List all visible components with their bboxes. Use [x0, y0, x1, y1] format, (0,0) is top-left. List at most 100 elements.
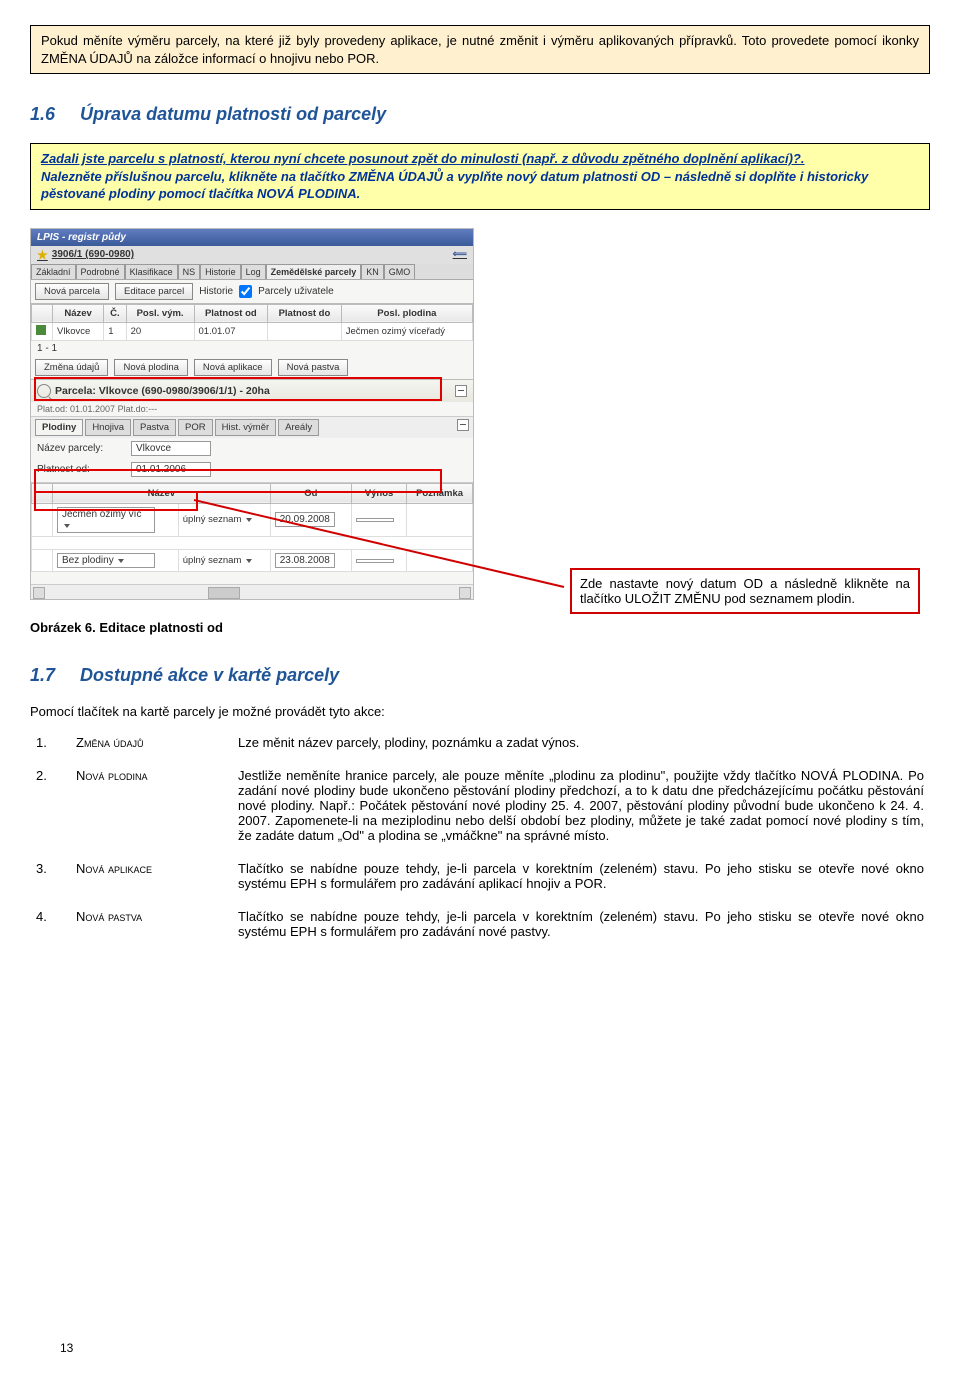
- callout-box: Zde nastavte nový datum OD a následně kl…: [570, 568, 920, 614]
- crop-vynos-input[interactable]: [356, 559, 394, 563]
- action-label: Nová pastva: [70, 903, 232, 951]
- crop-seznam-dropdown[interactable]: úplný seznam: [183, 514, 252, 525]
- tab-klasifikace[interactable]: Klasifikace: [125, 264, 178, 279]
- lpis-window: LPIS - registr půdy ★ 3906/1 (690-0980) …: [30, 228, 474, 600]
- instruction-line-1: Zadali jste parcelu s platností, kterou …: [41, 150, 919, 168]
- scroll-right-icon[interactable]: [459, 587, 471, 599]
- crop-col-od: Od: [270, 483, 351, 503]
- chevron-down-icon: [118, 559, 124, 563]
- zmena-udaju-button[interactable]: Změna údajů: [35, 359, 108, 376]
- tab-zakladni[interactable]: Základní: [31, 264, 76, 279]
- crop-vynos-input[interactable]: [356, 518, 394, 522]
- tab-zem-parcely[interactable]: Zemědělské parcely: [266, 264, 362, 279]
- button-row-1: Nová parcela Editace parcel Historie Par…: [31, 280, 473, 304]
- app-title-bar: LPIS - registr půdy: [31, 229, 473, 246]
- editace-parcel-button[interactable]: Editace parcel: [115, 283, 193, 300]
- action-label: Změna údajů: [70, 729, 232, 762]
- parcel-table: Název Č. Posl. vým. Platnost od Platnost…: [31, 304, 473, 341]
- tab-historie[interactable]: Historie: [200, 264, 241, 279]
- action-num: 2.: [30, 762, 70, 855]
- crop-name-dropdown[interactable]: Bez plodiny: [57, 553, 155, 568]
- cell-c: 1: [104, 322, 126, 340]
- tab-gmo[interactable]: GMO: [384, 264, 416, 279]
- button-row-2: Změna údajů Nová plodina Nová aplikace N…: [31, 356, 473, 380]
- app-screenshot-container: LPIS - registr půdy ★ 3906/1 (690-0980) …: [30, 228, 930, 600]
- nova-plodina-button[interactable]: Nová plodina: [114, 359, 187, 376]
- action-desc: Tlačítko se nabídne pouze tehdy, je-li p…: [232, 903, 930, 951]
- status-square-icon: [36, 325, 46, 335]
- nova-parcela-button[interactable]: Nová parcela: [35, 283, 109, 300]
- section-title: Úprava datumu platnosti od parcely: [80, 104, 386, 124]
- action-desc: Jestliže neměníte hranice parcely, ale p…: [232, 762, 930, 855]
- back-arrow-icon[interactable]: ⟸: [453, 249, 467, 260]
- action-label: Nová aplikace: [70, 855, 232, 903]
- collapse-icon[interactable]: [455, 385, 467, 397]
- platnost-od-row: Platnost od: 01.01.2006: [31, 459, 473, 483]
- crop-row[interactable]: Bez plodiny úplný seznam 23.08.2008: [32, 549, 473, 571]
- search-icon[interactable]: [37, 384, 51, 398]
- nova-pastva-button[interactable]: Nová pastva: [278, 359, 349, 376]
- platnost-od-input[interactable]: 01.01.2006: [131, 462, 211, 477]
- actions-table: 1. Změna údajů Lze měnit název parcely, …: [30, 729, 930, 951]
- crop-table: Název Od Výnos Poznámka Ječmen ozimý víc…: [31, 483, 473, 572]
- figure-caption: Obrázek 6. Editace platnosti od: [30, 620, 930, 635]
- parcely-uzivatele-label: Parcely uživatele: [258, 286, 334, 297]
- tab-log[interactable]: Log: [241, 264, 266, 279]
- instruction-box: Zadali jste parcelu s platností, kterou …: [30, 143, 930, 210]
- action-desc: Lze měnit název parcely, plodiny, poznám…: [232, 729, 930, 762]
- info-box: Pokud měníte výměru parcely, na které ji…: [30, 25, 930, 74]
- crop-row[interactable]: Ječmen ozimý víc úplný seznam 20.09.2008: [32, 503, 473, 536]
- cell-do: [268, 322, 342, 340]
- crop-col-nazev: Název: [53, 483, 271, 503]
- subtab-pastva[interactable]: Pastva: [133, 419, 176, 436]
- nazev-parcely-input[interactable]: Vlkovce: [131, 441, 211, 456]
- scroll-thumb[interactable]: [208, 587, 240, 599]
- tab-ns[interactable]: NS: [178, 264, 201, 279]
- crop-od-input[interactable]: 23.08.2008: [275, 553, 335, 568]
- historie-checkbox[interactable]: [239, 285, 252, 298]
- crop-od-input[interactable]: 20.09.2008: [275, 512, 335, 527]
- tab-podrobne[interactable]: Podrobné: [76, 264, 125, 279]
- action-num: 1.: [30, 729, 70, 762]
- section-num: 1.6: [30, 104, 55, 124]
- table-row[interactable]: Vlkovce 1 20 01.01.07 Ječmen ozimý víceř…: [32, 322, 473, 340]
- cell-vym: 20: [126, 322, 194, 340]
- action-row: 3. Nová aplikace Tlačítko se nabídne pou…: [30, 855, 930, 903]
- crop-name-dropdown[interactable]: Ječmen ozimý víc: [57, 507, 155, 533]
- crop-col-poznamka: Poznámka: [407, 483, 473, 503]
- col-vym: Posl. vým.: [126, 304, 194, 322]
- col-nazev: Název: [53, 304, 104, 322]
- subtab-arealy[interactable]: Areály: [278, 419, 319, 436]
- subtab-plodiny[interactable]: Plodiny: [35, 419, 83, 436]
- owner-link[interactable]: 3906/1 (690-0980): [52, 249, 134, 260]
- scroll-left-icon[interactable]: [33, 587, 45, 599]
- crop-seznam-dropdown[interactable]: úplný seznam: [183, 555, 252, 566]
- collapse-icon[interactable]: [457, 419, 469, 431]
- nazev-parcely-row: Název parcely: Vlkovce: [31, 438, 473, 459]
- col-od: Platnost od: [194, 304, 268, 322]
- nova-aplikace-button[interactable]: Nová aplikace: [194, 359, 272, 376]
- action-num: 4.: [30, 903, 70, 951]
- info-box-text: Pokud měníte výměru parcely, na které ji…: [41, 33, 919, 66]
- parcel-detail-title: Parcela: Vlkovce (690-0980/3906/1/1) - 2…: [55, 385, 270, 397]
- section-title: Dostupné akce v kartě parcely: [80, 665, 339, 685]
- top-tabs: Základní Podrobné Klasifikace NS Histori…: [31, 264, 473, 280]
- nazev-parcely-label: Název parcely:: [37, 443, 127, 454]
- platnost-od-label: Platnost od:: [37, 464, 127, 475]
- plat-line: Plat.od: 01.01.2007 Plat.do:---: [31, 402, 473, 417]
- section-1-7-heading: 1.7 Dostupné akce v kartě parcely: [30, 665, 930, 686]
- subtab-hnojiva[interactable]: Hnojiva: [85, 419, 131, 436]
- chevron-down-icon: [246, 518, 252, 522]
- action-row: 2. Nová plodina Jestliže neměníte hranic…: [30, 762, 930, 855]
- historie-label: Historie: [199, 286, 233, 297]
- action-label: Nová plodina: [70, 762, 232, 855]
- section-1-7-intro: Pomocí tlačítek na kartě parcely je možn…: [30, 704, 930, 719]
- page-number: 13: [60, 1341, 73, 1355]
- owner-row: ★ 3906/1 (690-0980) ⟸: [31, 246, 473, 264]
- subtab-hist-vymer[interactable]: Hist. výměr: [215, 419, 277, 436]
- action-row: 4. Nová pastva Tlačítko se nabídne pouze…: [30, 903, 930, 951]
- horizontal-scrollbar[interactable]: [31, 584, 473, 599]
- subtab-por[interactable]: POR: [178, 419, 213, 436]
- subtabs: Plodiny Hnojiva Pastva POR Hist. výměr A…: [31, 417, 473, 438]
- tab-kn[interactable]: KN: [361, 264, 384, 279]
